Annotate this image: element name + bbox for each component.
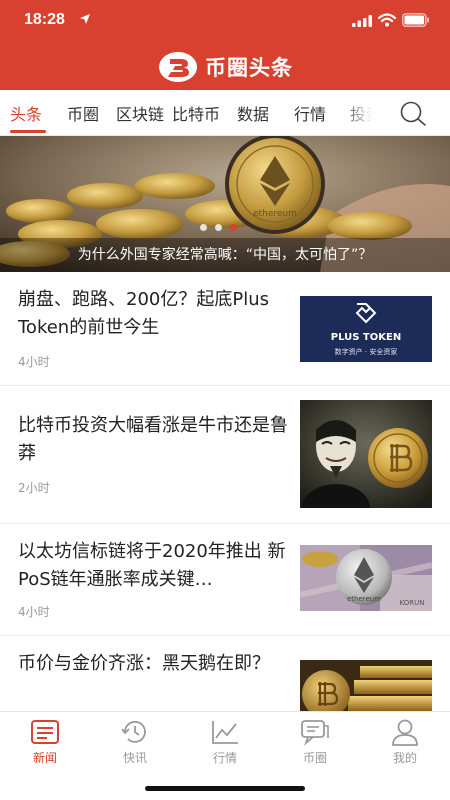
plus-token-image: PLUS TOKEN 数字资产 · 安全资家 [300,296,432,362]
category-tabs: 头条 币圈 区块链 比特币 数据 行情 投资 [0,90,450,136]
history-icon [121,720,146,743]
article-time: 2小时 [18,481,50,495]
tab-coin-circle[interactable]: 币圈 [67,101,99,125]
carousel-dot[interactable] [215,224,222,231]
home-indicator[interactable] [145,786,305,791]
location-arrow-icon [80,14,90,24]
status-time: 18:28 [24,11,65,28]
nav-coin-circle[interactable]: 币圈 [270,718,360,770]
chart-icon [212,721,238,744]
article-thumbnail[interactable] [300,660,432,711]
article-item[interactable]: 以太坊信标链将于2020年推出 新PoS链年通胀率成关键… 4小时 ethere… [0,524,450,636]
article-thumbnail[interactable] [300,400,432,508]
nav-profile[interactable]: 我的 [360,718,450,770]
active-tab-indicator [10,130,46,133]
nav-flash-news[interactable]: 快讯 [90,718,180,770]
status-bar: 18:28 [0,0,450,44]
banknote-text: KORUN [400,599,425,607]
carousel-dot-active[interactable] [230,224,237,231]
ethereum-coin-image: ethereum KORUN [300,545,432,611]
nav-label: 新闻 [32,751,57,765]
user-icon [392,719,418,746]
carousel-dots [200,224,237,231]
nav-label: 币圈 [302,751,327,765]
chat-icon [301,720,329,746]
article-time: 4小时 [18,605,50,619]
article-item[interactable]: 币价与金价齐涨：黑天鹅在即？ [0,636,450,711]
carousel-dot[interactable] [200,224,207,231]
banner-caption[interactable]: 为什么外国专家经常高喊：“中国，太可怕了”？ [0,238,450,272]
news-icon [31,720,59,744]
tab-blockchain[interactable]: 区块链 [116,101,164,125]
article-time: 4小时 [18,355,50,369]
featured-banner[interactable]: ethereum 为什么外国专家经常高喊：“中国，太可怕了”？ [0,136,450,272]
nav-news[interactable]: 新闻 [0,718,90,770]
tab-headlines[interactable]: 头条 [10,101,42,125]
wifi-icon [378,13,396,27]
battery-icon [402,13,429,27]
article-title[interactable]: 币价与金价齐涨：黑天鹅在即？ [18,650,290,678]
gold-bitcoin-image [300,660,432,711]
article-title[interactable]: 以太坊信标链将于2020年推出 新PoS链年通胀率成关键… [18,538,290,594]
article-title[interactable]: 崩盘、跑路、200亿？起底Plus Token的前世今生 [18,286,290,342]
article-thumbnail[interactable]: ethereum KORUN [300,545,432,611]
bitcoin-mask-image [300,400,432,508]
article-thumbnail[interactable]: PLUS TOKEN 数字资产 · 安全资家 [300,296,432,362]
nav-label: 我的 [392,751,417,765]
app-header: 18:28 币圈头条 [0,0,450,90]
nav-market[interactable]: 行情 [180,718,270,770]
search-icon[interactable] [398,98,428,128]
tab-data[interactable]: 数据 [237,101,269,125]
nav-label: 行情 [212,751,237,765]
tab-fade [340,90,400,135]
article-title[interactable]: 比特币投资大幅看涨是牛市还是鲁莽 [18,412,290,468]
tab-market[interactable]: 行情 [294,101,326,125]
brand-logo-icon [159,52,197,82]
coin-text: ethereum [347,595,381,603]
plus-token-brand: PLUS TOKEN [331,332,401,343]
plus-token-tagline: 数字资产 · 安全资家 [335,347,398,356]
nav-label: 快讯 [122,751,147,765]
brand: 币圈头条 [0,48,450,86]
brand-name: 币圈头条 [205,56,293,80]
cell-signal-icon [352,15,372,27]
tab-bitcoin[interactable]: 比特币 [172,101,220,125]
article-item[interactable]: 比特币投资大幅看涨是牛市还是鲁莽 2小时 [0,386,450,524]
article-item[interactable]: 崩盘、跑路、200亿？起底Plus Token的前世今生 4小时 PLUS TO… [0,272,450,386]
coin-text: ethereum [253,209,297,219]
